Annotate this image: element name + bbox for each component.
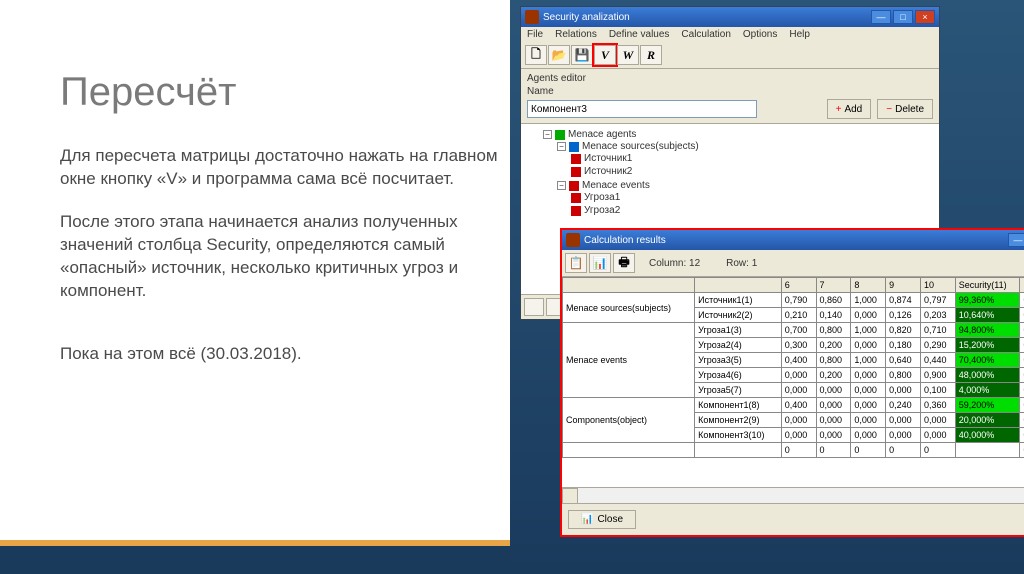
maximize-button[interactable]: □ <box>893 10 913 24</box>
tree-event-2[interactable]: Угроза2 <box>584 205 620 216</box>
results-tb-2[interactable]: 📊 <box>589 253 611 273</box>
results-icon <box>566 233 580 247</box>
tree-source-2[interactable]: Источник2 <box>584 166 632 177</box>
close-button[interactable]: × <box>915 10 935 24</box>
agents-editor-label: Agents editor <box>527 73 933 84</box>
w-button[interactable]: W <box>617 45 639 65</box>
tree-source-1[interactable]: Источник1 <box>584 153 632 164</box>
r-button[interactable]: R <box>640 45 662 65</box>
delete-button[interactable]: −Delete <box>877 99 933 119</box>
new-button[interactable]: 🗋 <box>525 45 547 65</box>
menu-file[interactable]: File <box>527 29 543 40</box>
paragraph-2: После этого этапа начинается анализ полу… <box>60 211 500 303</box>
results-tb-3[interactable]: 🖶 <box>613 253 635 273</box>
results-minimize[interactable]: — <box>1008 233 1024 247</box>
agents-editor-panel: Agents editor Name +Add −Delete <box>521 69 939 124</box>
tree-root[interactable]: Menace agents <box>568 129 636 140</box>
name-label: Name <box>527 86 933 97</box>
menu-help[interactable]: Help <box>789 29 810 40</box>
close-results-button[interactable]: 📊 Close <box>568 510 636 529</box>
tree-events[interactable]: Menace events <box>582 180 650 191</box>
main-window-title: Security analization <box>543 12 630 23</box>
h-scrollbar[interactable] <box>562 487 1024 503</box>
main-toolbar: 🗋 📂 💾 V W R <box>521 42 939 69</box>
results-grid[interactable]: 678910Security(11)Ra(1,000)Menace source… <box>562 277 1024 487</box>
slide-title: Пересчёт <box>60 70 500 115</box>
menu-define-values[interactable]: Define values <box>609 29 670 40</box>
main-titlebar: Security analization — □ × <box>521 7 939 27</box>
menu-calculation[interactable]: Calculation <box>681 29 730 40</box>
column-info: Column: 12 <box>649 258 700 269</box>
menu-relations[interactable]: Relations <box>555 29 597 40</box>
minimize-button[interactable]: — <box>871 10 891 24</box>
results-tb-1[interactable]: 📋 <box>565 253 587 273</box>
app-icon <box>525 10 539 24</box>
tree-sources[interactable]: Menace sources(subjects) <box>582 141 699 152</box>
tree-event-1[interactable]: Угроза1 <box>584 192 620 203</box>
status-btn-1[interactable] <box>524 298 544 316</box>
save-button[interactable]: 💾 <box>571 45 593 65</box>
scroll-left[interactable] <box>562 488 578 504</box>
paragraph-3: Пока на этом всё (30.03.2018). <box>60 343 500 366</box>
results-toolbar: 📋 📊 🖶 Column: 12 Row: 1 <box>562 250 1024 277</box>
v-button[interactable]: V <box>594 45 616 65</box>
results-window: Calculation results — □ × 📋 📊 🖶 Column: … <box>560 228 1024 537</box>
add-button[interactable]: +Add <box>827 99 872 119</box>
screenshot-area: Security analization — □ × File Relation… <box>510 0 1024 574</box>
paragraph-1: Для пересчета матрицы достаточно нажать … <box>60 145 500 191</box>
open-button[interactable]: 📂 <box>548 45 570 65</box>
results-title: Calculation results <box>584 235 666 246</box>
menu-options[interactable]: Options <box>743 29 777 40</box>
row-info: Row: 1 <box>726 258 757 269</box>
results-titlebar: Calculation results — □ × <box>562 230 1024 250</box>
name-input[interactable] <box>527 100 757 118</box>
menubar: File Relations Define values Calculation… <box>521 27 939 42</box>
